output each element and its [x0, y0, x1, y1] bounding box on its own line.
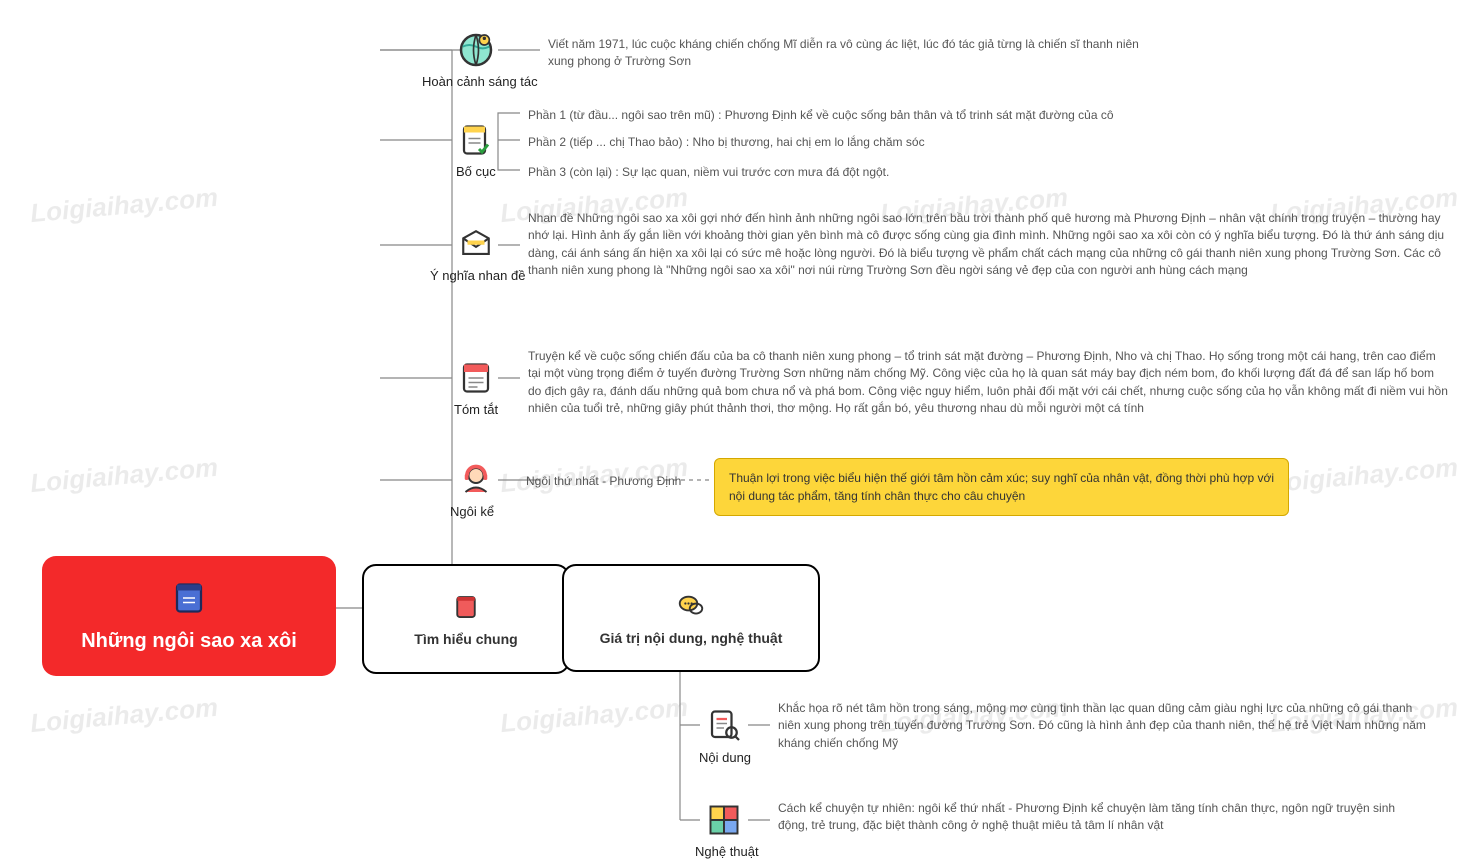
- node-label: Giá trị nội dung, nghệ thuật: [600, 630, 783, 646]
- label-nghe-thuat: Nghệ thuật: [695, 844, 759, 859]
- text-bocuc-1: Phần 1 (từ đầu... ngôi sao trên mũ) : Ph…: [528, 107, 1228, 124]
- list-check-icon: [454, 118, 498, 162]
- text-nghe-thuat: Cách kể chuyện tự nhiên: ngôi kể thứ nhấ…: [778, 800, 1428, 835]
- globe-icon: [454, 28, 498, 72]
- watermark: Loigiaihay.com: [29, 182, 219, 229]
- root-title: Những ngôi sao xa xôi: [81, 630, 297, 653]
- highlight-ngoi-ke: Thuận lợi trong việc biểu hiện thế giới …: [714, 458, 1289, 516]
- node-gia-tri[interactable]: Giá trị nội dung, nghệ thuật: [562, 564, 820, 672]
- text-hoan-canh: Viết năm 1971, lúc cuộc kháng chiến chốn…: [548, 36, 1168, 71]
- label-bo-cuc: Bố cục: [456, 164, 496, 179]
- label-tom-tat: Tóm tắt: [454, 402, 498, 417]
- book-red-icon: [451, 592, 481, 625]
- watermark: Loigiaihay.com: [1269, 452, 1459, 499]
- watermark: Loigiaihay.com: [499, 692, 689, 739]
- ngoi-ke-mid: Ngôi thứ nhất - Phương Định: [526, 474, 681, 488]
- doc-search-icon: [702, 703, 746, 747]
- text-bocuc-3: Phần 3 (còn lại) : Sự lạc quan, niềm vui…: [528, 164, 1228, 181]
- watermark: Loigiaihay.com: [29, 452, 219, 499]
- label-y-nghia: Ý nghĩa nhan đề: [430, 268, 525, 283]
- person-headset-icon: [454, 458, 498, 502]
- envelope-icon: [454, 222, 498, 266]
- node-label: Tìm hiểu chung: [414, 631, 517, 647]
- label-hoan-canh: Hoàn cảnh sáng tác: [422, 74, 538, 89]
- watermark: Loigiaihay.com: [29, 692, 219, 739]
- text-tom-tat: Truyện kể về cuộc sống chiến đấu của ba …: [528, 348, 1448, 418]
- chat-icon: [674, 591, 708, 624]
- newspaper-icon: [454, 356, 498, 400]
- node-tim-hieu-chung[interactable]: Tìm hiểu chung: [362, 564, 570, 674]
- text-y-nghia: Nhan đề Những ngôi sao xa xôi gợi nhớ đế…: [528, 210, 1448, 280]
- puzzle-icon: [702, 798, 746, 842]
- root-node[interactable]: Những ngôi sao xa xôi: [42, 556, 336, 676]
- label-noi-dung: Nội dung: [699, 750, 751, 765]
- text-noi-dung: Khắc họa rõ nét tâm hồn trong sáng, mộng…: [778, 700, 1428, 752]
- text-bocuc-2: Phần 2 (tiếp ... chị Thao bảo) : Nho bị …: [528, 134, 1228, 151]
- label-ngoi-ke: Ngôi kể: [450, 504, 494, 519]
- book-icon: [171, 580, 207, 622]
